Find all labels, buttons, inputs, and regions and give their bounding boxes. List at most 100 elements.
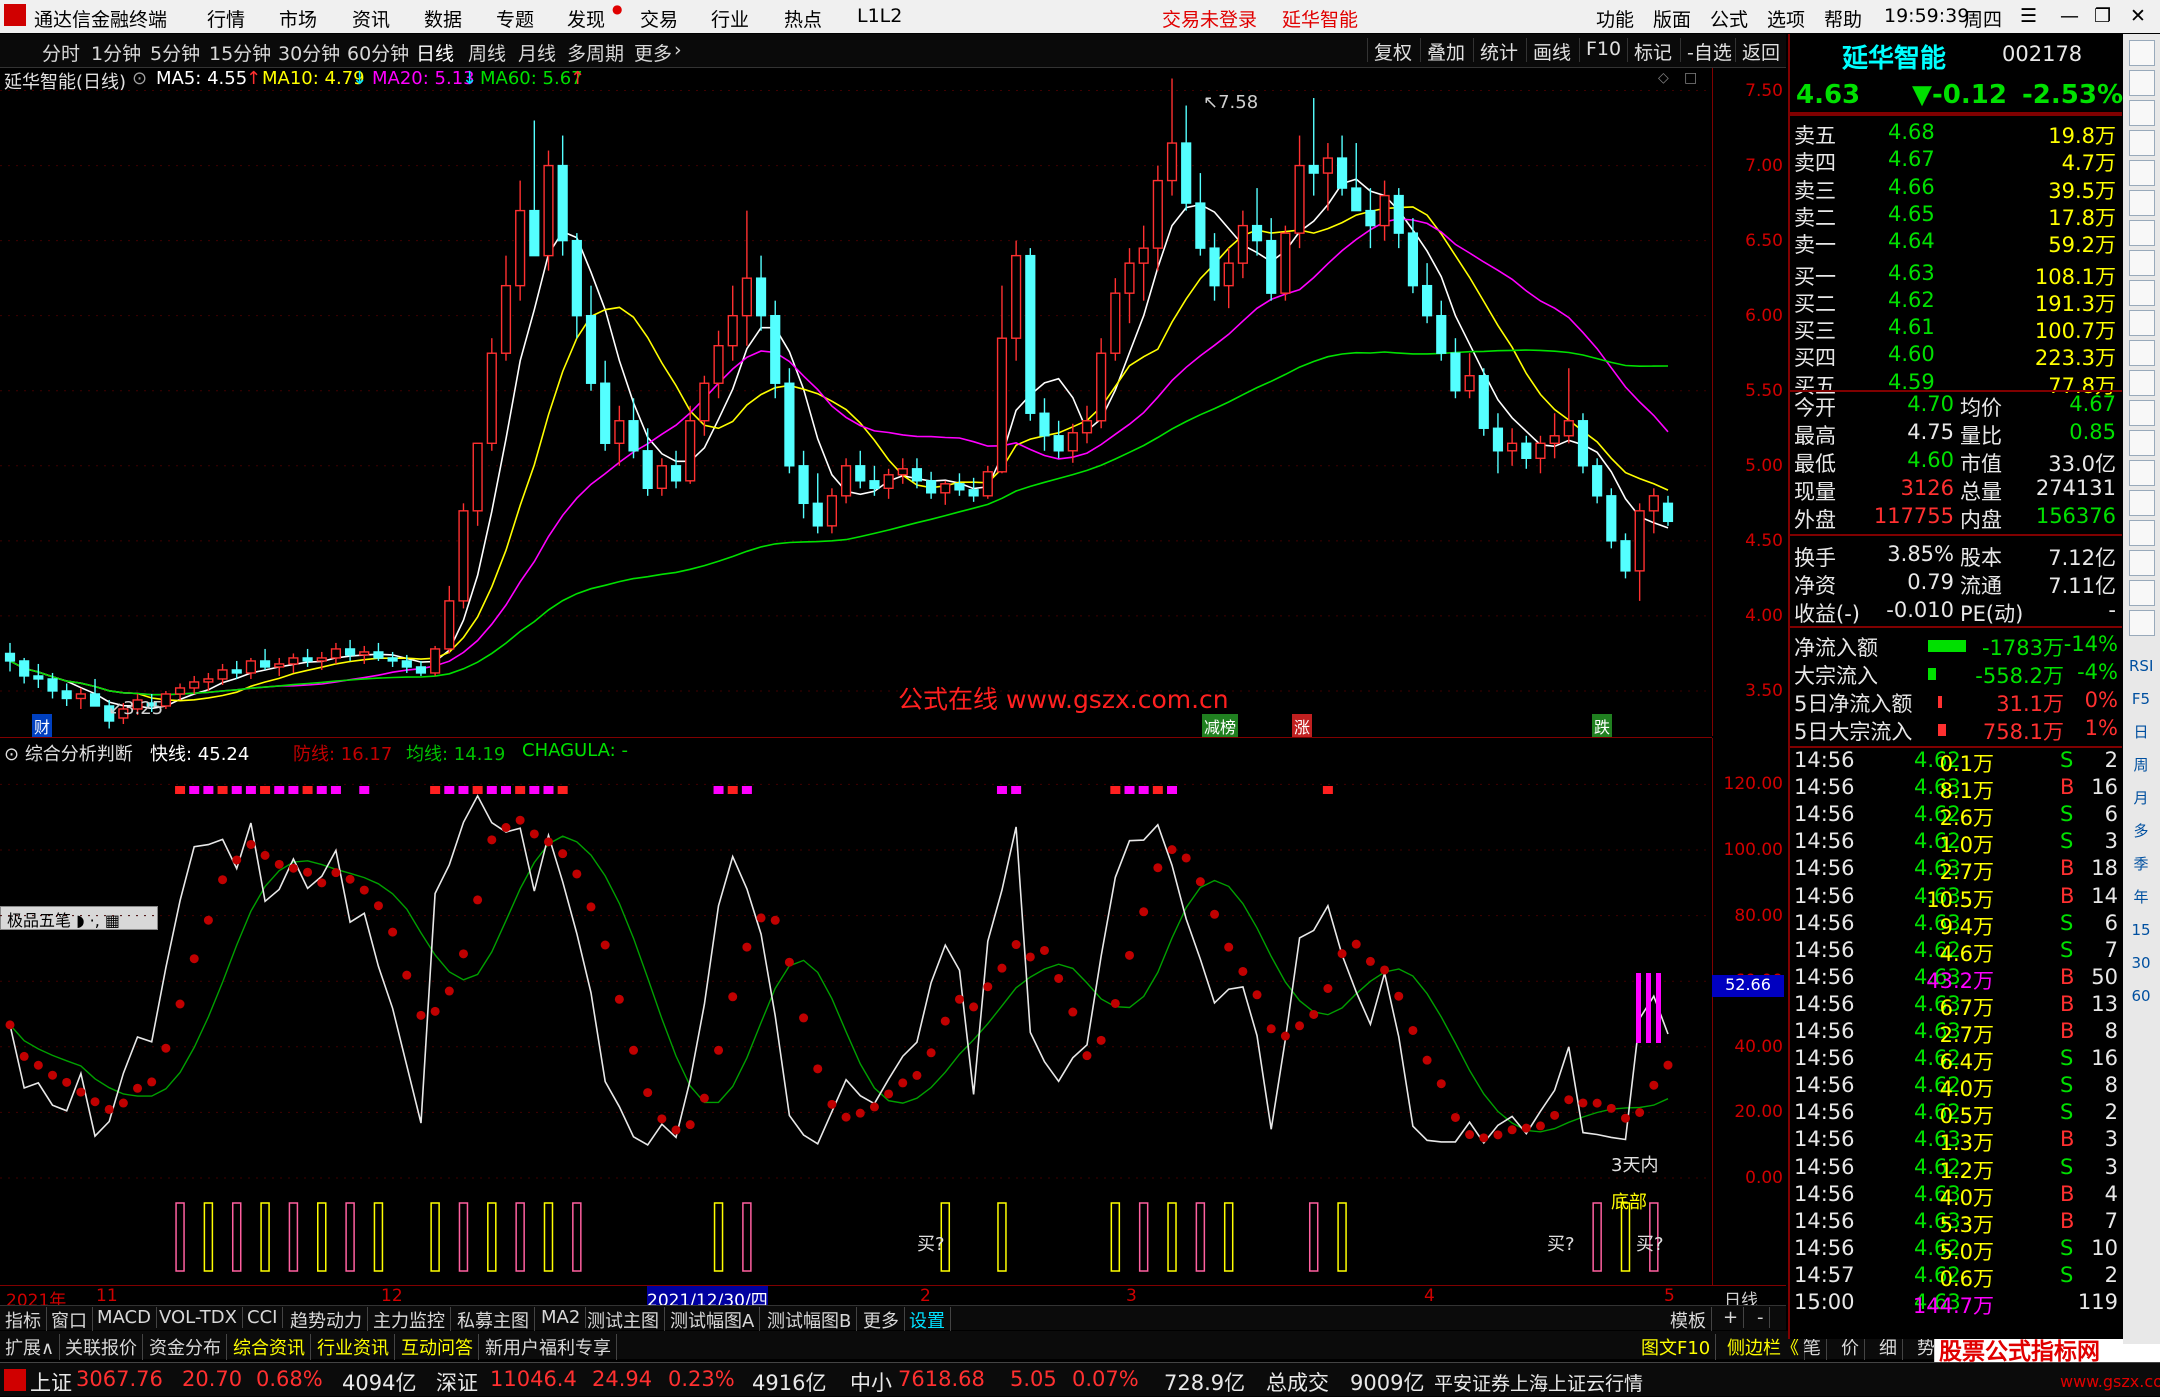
tab-cci[interactable]: CCI xyxy=(242,1307,284,1328)
period-30min[interactable]: 30分钟 xyxy=(278,39,340,66)
tool-icon[interactable] xyxy=(2129,520,2155,546)
tab-macd[interactable]: MACD xyxy=(92,1307,157,1328)
minimize-icon[interactable]: — xyxy=(2060,5,2079,27)
marker-cai[interactable]: 财 xyxy=(32,714,53,738)
close-icon[interactable]: ✕ xyxy=(2130,5,2146,27)
ask-row[interactable]: 卖五 4.68 19.8万 xyxy=(1790,120,2122,148)
tool-日[interactable]: 日 xyxy=(2129,720,2153,744)
tab-settings[interactable]: 设置 xyxy=(904,1307,951,1333)
menu-gongneng[interactable]: 功能 xyxy=(1596,5,1634,32)
marker-die[interactable]: 跌 xyxy=(1592,714,1613,738)
tool-季[interactable]: 季 xyxy=(2129,852,2153,876)
tab-zhulijiankong[interactable]: 主力监控 xyxy=(368,1307,451,1333)
period-15min[interactable]: 15分钟 xyxy=(209,39,271,66)
period-5min[interactable]: 5分钟 xyxy=(150,39,200,66)
chevron-right-icon[interactable]: › xyxy=(674,39,682,61)
tool-F5[interactable]: F5 xyxy=(2129,687,2153,711)
menu-zixun[interactable]: 资讯 xyxy=(352,5,390,32)
menu-hangqing[interactable]: 行情 xyxy=(207,5,245,32)
menu-shuju[interactable]: 数据 xyxy=(424,5,462,32)
menu-l1l2[interactable]: L1L2 xyxy=(857,5,902,27)
huaxian-button[interactable]: 画线 xyxy=(1526,38,1577,64)
tool-icon[interactable] xyxy=(2129,100,2155,126)
tab-zijinfenbu[interactable]: 资金分布 xyxy=(144,1334,227,1360)
ask-row[interactable]: 卖一 4.64 59.2万 xyxy=(1790,229,2122,257)
menu-zhuanti[interactable]: 专题 xyxy=(496,5,534,32)
menu-icon[interactable]: ☰ xyxy=(2020,5,2037,27)
marker-jianbang[interactable]: 减榜 xyxy=(1202,714,1239,738)
tab-ceshifutu-a[interactable]: 测试幅图A xyxy=(665,1307,761,1333)
tab-newuser[interactable]: 新用户福利专享 xyxy=(480,1334,617,1360)
menu-xuanxiang[interactable]: 选项 xyxy=(1767,5,1805,32)
marker-zhang[interactable]: 涨 xyxy=(1292,714,1313,738)
tab-chuangkou[interactable]: 窗口 xyxy=(46,1307,93,1333)
tool-icon[interactable] xyxy=(2129,310,2155,336)
menu-bangzhu[interactable]: 帮助 xyxy=(1824,5,1862,32)
tool-icon[interactable] xyxy=(2129,490,2155,516)
ask-row[interactable]: 卖二 4.65 17.8万 xyxy=(1790,202,2122,230)
tool-icon[interactable] xyxy=(2129,370,2155,396)
tool-icon[interactable] xyxy=(2129,550,2155,576)
menu-banmian[interactable]: 版面 xyxy=(1653,5,1691,32)
tool-15[interactable]: 15 xyxy=(2129,918,2153,942)
tab-ceshizhutu[interactable]: 测试主图 xyxy=(582,1307,665,1333)
tab-zoom-in[interactable]: + xyxy=(1718,1307,1745,1328)
ticker-zx-name[interactable]: 中小 xyxy=(850,1367,892,1397)
ticker-sh-name[interactable]: 上证 xyxy=(30,1367,72,1397)
menu-shichang[interactable]: 市场 xyxy=(279,5,317,32)
ticker-broker[interactable]: 平安证券上海上证云行情 xyxy=(1434,1369,1643,1396)
tool-icon[interactable] xyxy=(2129,340,2155,366)
tool-月[interactable]: 月 xyxy=(2129,786,2153,810)
menu-redian[interactable]: 热点 xyxy=(784,5,822,32)
tool-icon[interactable] xyxy=(2129,130,2155,156)
menu-faxian[interactable]: 发现 xyxy=(567,5,605,32)
tongji-button[interactable]: 统计 xyxy=(1473,38,1524,64)
add-watchlist-button[interactable]: -自选 xyxy=(1680,38,1738,64)
kline-chart[interactable] xyxy=(0,68,1712,736)
period-fenshi[interactable]: 分时 xyxy=(42,39,80,66)
period-monthly[interactable]: 月线 xyxy=(518,39,556,66)
tool-周[interactable]: 周 xyxy=(2129,753,2153,777)
biaoji-button[interactable]: 标记 xyxy=(1627,38,1678,64)
trade-login-status[interactable]: 交易未登录 xyxy=(1162,5,1257,32)
bid-row[interactable]: 买三 4.61 100.7万 xyxy=(1790,315,2122,343)
ticker-sz-name[interactable]: 深证 xyxy=(436,1367,478,1397)
tool-30[interactable]: 30 xyxy=(2129,951,2153,975)
indicator-chart[interactable] xyxy=(0,738,1712,1286)
period-daily[interactable]: 日线 xyxy=(416,39,454,66)
tab-ma2[interactable]: MA2 xyxy=(536,1307,587,1328)
tool-icon[interactable] xyxy=(2129,40,2155,66)
tool-RSI[interactable]: RSI xyxy=(2129,654,2153,678)
tab-zhibiao[interactable]: 指标 xyxy=(0,1307,47,1333)
tab-more[interactable]: 更多 xyxy=(858,1307,905,1333)
diejia-button[interactable]: 叠加 xyxy=(1420,38,1471,64)
tool-icon[interactable] xyxy=(2129,70,2155,96)
tab-zoom-out[interactable]: - xyxy=(1752,1307,1770,1328)
tab-simuzhutu[interactable]: 私募主图 xyxy=(452,1307,535,1333)
bid-row[interactable]: 买一 4.63 108.1万 xyxy=(1790,261,2122,289)
tool-icon[interactable] xyxy=(2129,160,2155,186)
tool-60[interactable]: 60 xyxy=(2129,984,2153,1008)
ask-row[interactable]: 卖三 4.66 39.5万 xyxy=(1790,175,2122,203)
menu-gongshi[interactable]: 公式 xyxy=(1710,5,1748,32)
tool-icon[interactable] xyxy=(2129,400,2155,426)
bid-row[interactable]: 买二 4.62 191.3万 xyxy=(1790,288,2122,316)
f10-button[interactable]: F10 xyxy=(1579,38,1627,62)
tool-icon[interactable] xyxy=(2129,250,2155,276)
ask-row[interactable]: 卖四 4.67 4.7万 xyxy=(1790,147,2122,175)
tool-icon[interactable] xyxy=(2129,460,2155,486)
tab-hudongwenda[interactable]: 互动问答 xyxy=(396,1334,479,1360)
period-weekly[interactable]: 周线 xyxy=(468,39,506,66)
tab-hangyezixun[interactable]: 行业资讯 xyxy=(312,1334,395,1360)
tab-expand[interactable]: 扩展∧ xyxy=(0,1334,61,1360)
bid-row[interactable]: 买四 4.60 223.3万 xyxy=(1790,342,2122,370)
tool-icon[interactable] xyxy=(2129,430,2155,456)
tab-zonghezixun[interactable]: 综合资讯 xyxy=(228,1334,311,1360)
tool-icon[interactable] xyxy=(2129,220,2155,246)
indicator-panel[interactable]: ⊙ 综合分析判断 快线: 45.24 防线: 16.17 均线: 14.19 C… xyxy=(0,737,1784,1286)
back-button[interactable]: 返回 xyxy=(1735,38,1786,64)
tool-多[interactable]: 多 xyxy=(2129,819,2153,843)
kline-panel[interactable]: 延华智能(日线) ⊙ MA5: 4.55 ↑ MA10: 4.79 ↓ MA20… xyxy=(0,68,1783,738)
tool-icon[interactable] xyxy=(2129,610,2155,636)
fuquan-button[interactable]: 复权 xyxy=(1367,38,1418,64)
